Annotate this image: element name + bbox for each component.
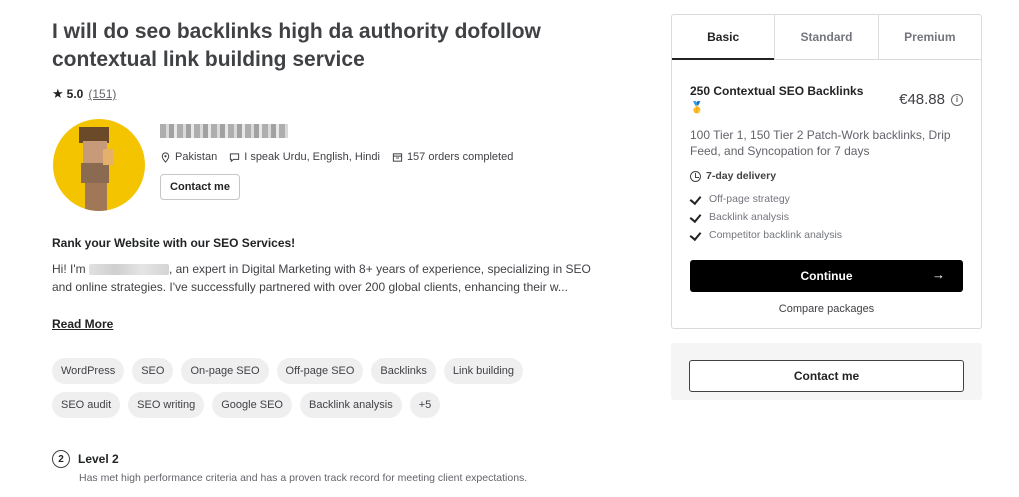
feature-label: Backlink analysis bbox=[709, 211, 789, 223]
level-description: Has met high performance criteria and ha… bbox=[79, 472, 528, 484]
feature-list: Off-page strategy Backlink analysis Comp… bbox=[690, 190, 963, 244]
read-more-link[interactable]: Read More bbox=[52, 317, 113, 331]
check-icon bbox=[690, 194, 701, 205]
seller-orders: 157 orders completed bbox=[392, 151, 513, 163]
about-text-prefix: Hi! I'm bbox=[52, 262, 86, 276]
tag[interactable]: SEO writing bbox=[128, 392, 205, 418]
seller-location-text: Pakistan bbox=[175, 151, 218, 163]
feature-label: Off-page strategy bbox=[709, 193, 790, 205]
tab-premium[interactable]: Premium bbox=[877, 15, 981, 59]
feature-item: Competitor backlink analysis bbox=[690, 226, 963, 244]
gig-title: I will do seo backlinks high da authorit… bbox=[52, 20, 541, 71]
tags-section: WordPress SEO On-page SEO Off-page SEO B… bbox=[52, 358, 612, 426]
level-badge-icon: 2 bbox=[52, 450, 70, 468]
about-text: Hi! I'm , an expert in Digital Marketing… bbox=[52, 260, 597, 296]
check-icon bbox=[690, 230, 701, 241]
compare-packages-link[interactable]: Compare packages bbox=[690, 303, 963, 315]
more-tags-button[interactable]: +5 bbox=[409, 392, 441, 418]
package-card: Basic Standard Premium 250 Contextual SE… bbox=[671, 14, 982, 329]
tag[interactable]: Google SEO bbox=[212, 392, 292, 418]
seller-meta: Pakistan I speak Urdu, English, Hindi 15… bbox=[160, 151, 513, 163]
rating-score: 5.0 bbox=[66, 87, 84, 101]
package-name: 250 Contextual SEO Backlinks 🥇 bbox=[690, 83, 880, 116]
feature-item: Off-page strategy bbox=[690, 190, 963, 208]
star-icon: ★ bbox=[52, 86, 64, 101]
tag[interactable]: Link building bbox=[443, 358, 524, 384]
contact-box: Contact me bbox=[671, 343, 982, 400]
rating: ★ 5.0 (151) bbox=[52, 86, 116, 102]
seller-level: 2 Level 2 Has met high performance crite… bbox=[52, 450, 527, 484]
tab-standard[interactable]: Standard bbox=[774, 15, 877, 59]
seller-name-redacted[interactable] bbox=[160, 124, 288, 138]
package-price-text: €48.88 bbox=[899, 91, 945, 108]
medal-icon: 🥇 bbox=[690, 102, 704, 114]
tag[interactable]: On-page SEO bbox=[181, 358, 269, 384]
tag[interactable]: SEO audit bbox=[52, 392, 121, 418]
package-price: €48.88 i bbox=[899, 83, 963, 116]
location-pin-icon bbox=[161, 151, 170, 163]
tag-row-2: SEO audit SEO writing Google SEO Backlin… bbox=[52, 392, 612, 418]
review-count-link[interactable]: (151) bbox=[88, 87, 116, 101]
contact-me-button-small[interactable]: Contact me bbox=[160, 174, 240, 200]
box-icon bbox=[392, 152, 403, 162]
redacted-name bbox=[88, 264, 169, 276]
avatar[interactable] bbox=[53, 119, 145, 211]
seller-languages-text: I speak Urdu, English, Hindi bbox=[244, 151, 380, 163]
info-icon[interactable]: i bbox=[951, 93, 963, 106]
contact-me-button[interactable]: Contact me bbox=[689, 360, 964, 392]
tag[interactable]: SEO bbox=[132, 358, 174, 384]
continue-label: Continue bbox=[800, 269, 853, 283]
tag[interactable]: WordPress bbox=[52, 358, 125, 384]
seller-languages: I speak Urdu, English, Hindi bbox=[229, 151, 380, 163]
tag[interactable]: Off-page SEO bbox=[276, 358, 364, 384]
package-description: 100 Tier 1, 150 Tier 2 Patch-Work backli… bbox=[690, 128, 951, 158]
tag[interactable]: Backlinks bbox=[371, 358, 436, 384]
continue-button[interactable]: Continue → bbox=[690, 260, 963, 292]
arrow-right-icon: → bbox=[932, 267, 945, 282]
package-name-text: 250 Contextual SEO Backlinks bbox=[690, 84, 864, 98]
seller-orders-text: 157 orders completed bbox=[406, 151, 514, 163]
delivery-text: 7-day delivery bbox=[706, 170, 777, 182]
chat-bubble-icon bbox=[230, 152, 240, 162]
tab-basic[interactable]: Basic bbox=[672, 15, 775, 60]
delivery-time: 7-day delivery bbox=[690, 170, 963, 182]
feature-item: Backlink analysis bbox=[690, 208, 963, 226]
feature-label: Competitor backlink analysis bbox=[709, 229, 843, 241]
level-title: Level 2 bbox=[78, 452, 119, 466]
check-icon bbox=[690, 212, 701, 223]
seller-location: Pakistan bbox=[160, 151, 217, 163]
package-tabs: Basic Standard Premium bbox=[672, 15, 981, 60]
clock-icon bbox=[690, 170, 701, 182]
tag-row-1: WordPress SEO On-page SEO Off-page SEO B… bbox=[52, 358, 612, 384]
about-heading: Rank your Website with our SEO Services! bbox=[52, 236, 296, 250]
tag[interactable]: Backlink analysis bbox=[299, 392, 402, 418]
